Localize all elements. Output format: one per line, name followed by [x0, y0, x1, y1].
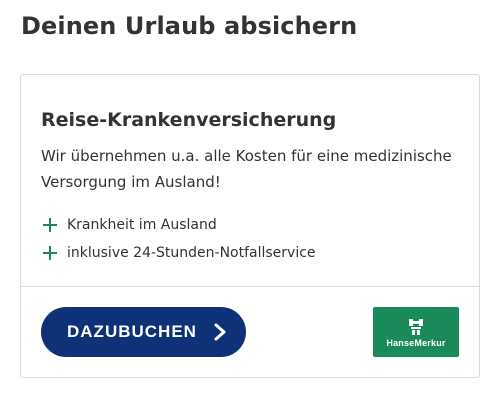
feature-list: Krankheit im Ausland inklusive 24-Stunde…	[43, 211, 316, 267]
page: Deinen Urlaub absichern Reise-Krankenver…	[0, 0, 500, 402]
feature-item: Krankheit im Ausland	[43, 211, 316, 239]
feature-label: Krankheit im Ausland	[67, 217, 217, 233]
chevron-right-icon	[214, 323, 226, 341]
insurance-card: Reise-Krankenversicherung Wir übernehmen…	[20, 74, 480, 378]
card-divider	[21, 286, 479, 287]
card-title: Reise-Krankenversicherung	[41, 109, 337, 131]
logo-text: HanseMerkur	[386, 337, 446, 348]
card-description: Wir übernehmen u.a. alle Kosten für eine…	[41, 147, 452, 191]
plus-icon	[43, 246, 57, 260]
hansemerkur-mark-icon	[409, 318, 423, 335]
feature-label: inklusive 24-Stunden-Notfallservice	[67, 245, 316, 261]
plus-icon	[43, 218, 57, 232]
button-label: DAZUBUCHEN	[67, 322, 197, 341]
feature-item: inklusive 24-Stunden-Notfallservice	[43, 239, 316, 267]
hansemerkur-logo: HanseMerkur	[373, 307, 459, 357]
card-body: Reise-Krankenversicherung Wir übernehmen…	[21, 75, 479, 286]
section-title: Deinen Urlaub absichern	[21, 12, 358, 40]
dazubuchen-button[interactable]: DAZUBUCHEN	[41, 307, 246, 357]
